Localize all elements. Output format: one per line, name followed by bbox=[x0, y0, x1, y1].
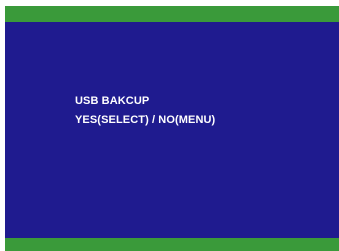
osd-dialog-panel bbox=[5, 22, 339, 238]
osd-confirm-prompt: YES(SELECT) / NO(MENU) bbox=[75, 114, 216, 126]
osd-title: USB BAKCUP bbox=[75, 95, 150, 107]
bottom-green-bar bbox=[5, 238, 339, 251]
osd-screen: USB BAKCUP YES(SELECT) / NO(MENU) bbox=[0, 0, 339, 251]
top-green-bar bbox=[5, 6, 339, 22]
